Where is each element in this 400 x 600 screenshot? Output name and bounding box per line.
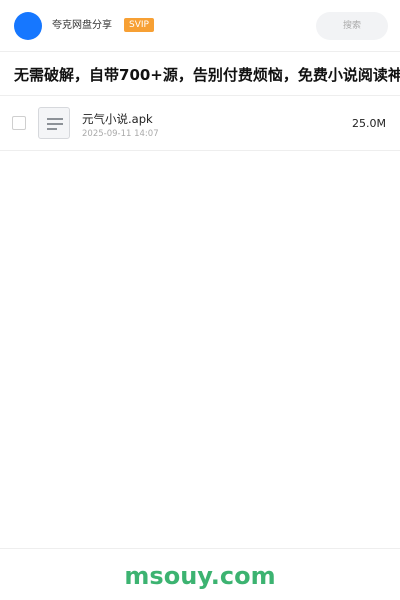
search-input[interactable] [316,12,388,40]
file-size: 25.0M [352,117,386,130]
avatar[interactable] [14,12,42,40]
file-row[interactable]: 元气小说.apk 2025-09-11 14:07 [0,96,400,151]
file-checkbox[interactable] [12,116,26,130]
share-title: 无需破解，自带700+源，告别付费烦恼，免费小说阅读神器 [14,66,400,84]
share-title-bar: 无需破解，自带700+源，告别付费烦恼，免费小说阅读神器 [0,52,400,96]
app-header: 夸克网盘分享 SVIP [0,0,400,52]
user-name: 夸克网盘分享 [52,20,112,31]
svip-badge: SVIP [124,18,154,32]
footer-brand: msouy.com [124,562,276,590]
footer: msouy.com [0,548,400,600]
file-date: 2025-09-11 14:07 [82,129,159,139]
document-icon [38,107,70,139]
file-name[interactable]: 元气小说.apk [82,112,153,126]
